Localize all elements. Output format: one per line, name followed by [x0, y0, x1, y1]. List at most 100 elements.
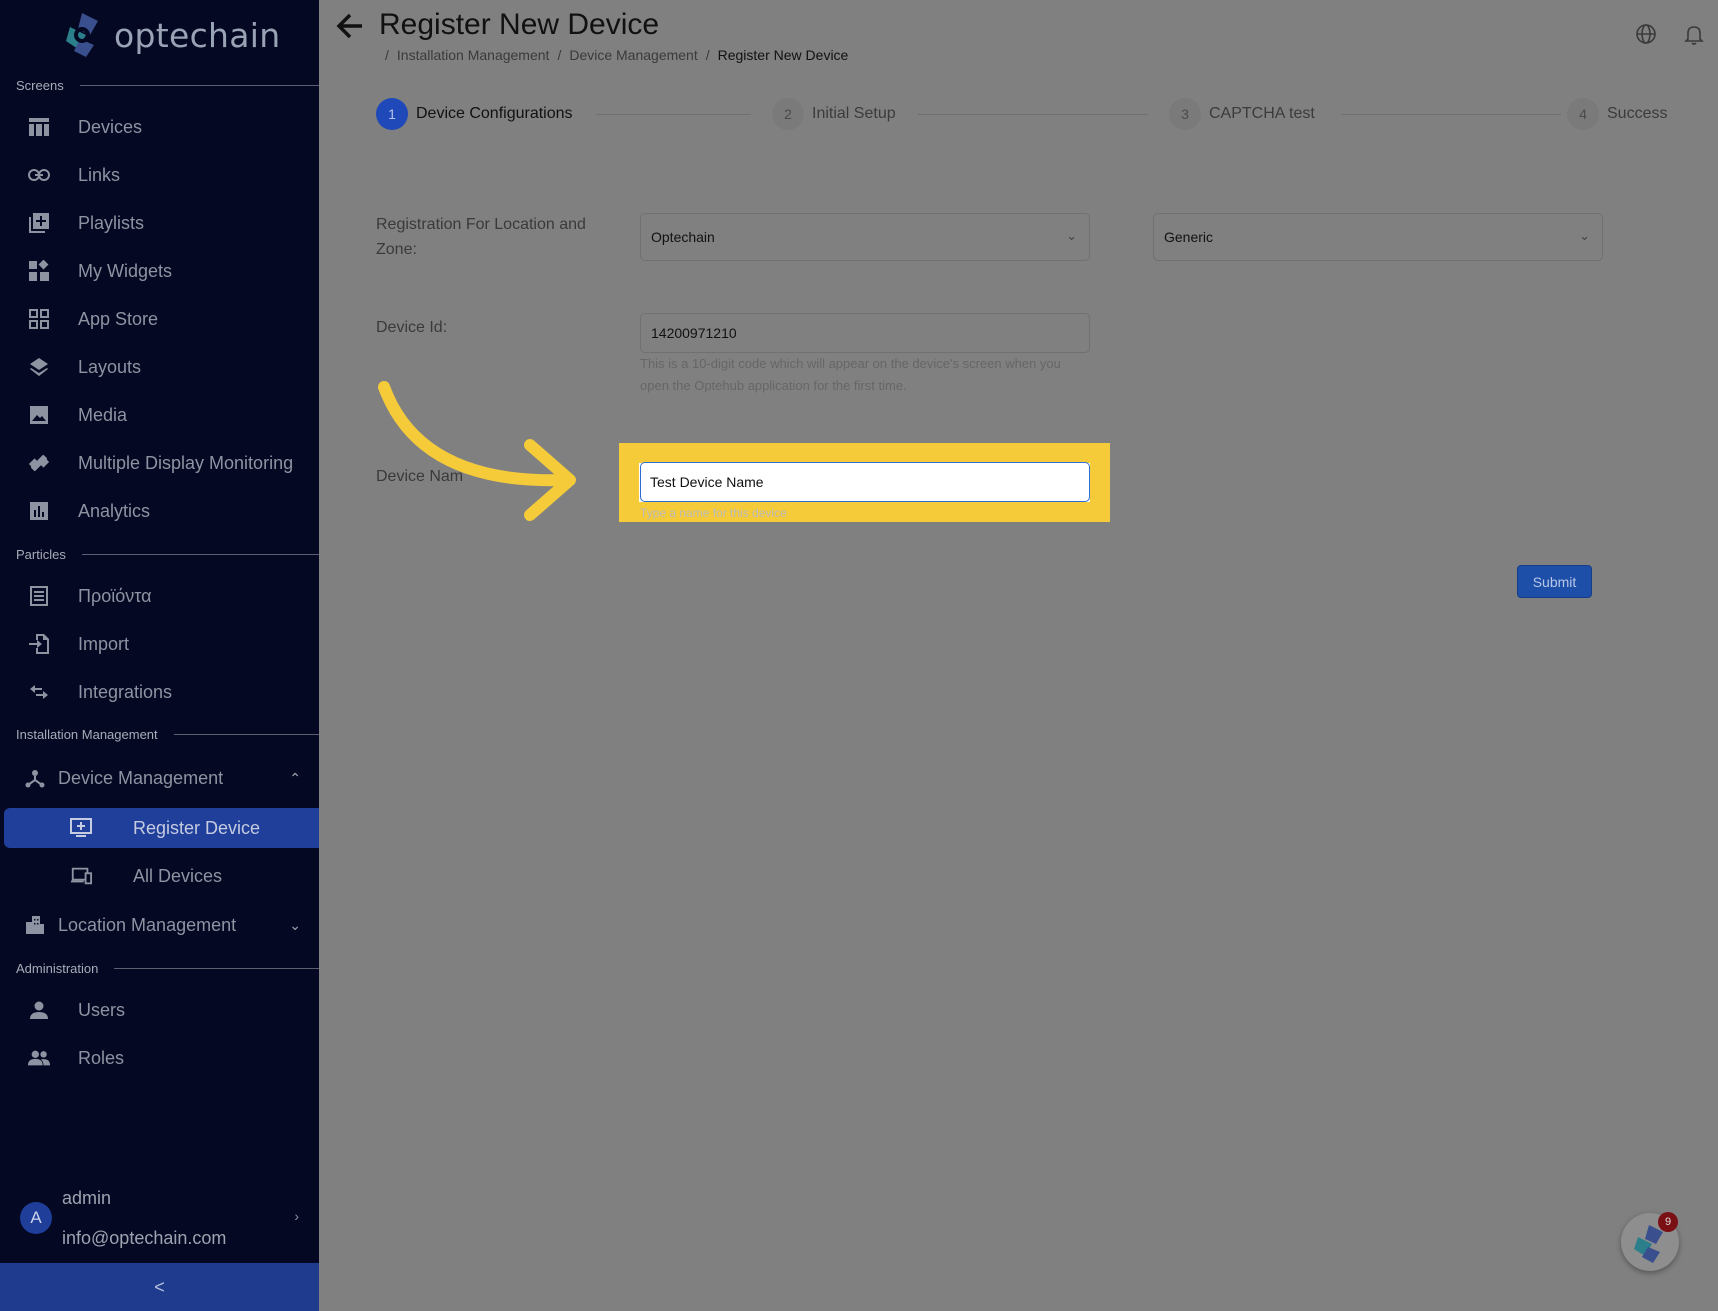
step-1: 1 Device Configurations	[376, 98, 573, 130]
sidebar-item-label: Media	[78, 404, 128, 425]
annotation-arrow-icon	[378, 381, 576, 521]
section-label-text: Installation Management	[16, 727, 158, 742]
location-select[interactable]: Optechain ⌄	[640, 213, 1090, 261]
breadcrumb-item[interactable]: Device Management	[569, 47, 697, 63]
step-number: 4	[1567, 98, 1599, 130]
step-number: 3	[1169, 98, 1201, 130]
sidebar-item-links[interactable]: Links	[0, 155, 319, 195]
sidebar-item-products[interactable]: Προϊόντα	[0, 576, 319, 616]
device-id-hint: This is a 10-digit code which will appea…	[640, 353, 1061, 397]
step-label: Initial Setup	[812, 105, 896, 122]
sidebar-group-location-management[interactable]: Location Management ⌄	[0, 905, 319, 945]
device-name-hint: Type a name for this device	[640, 506, 787, 520]
device-name-value: Test Device Name	[650, 474, 764, 490]
step-number: 2	[772, 98, 804, 130]
sidebar-item-label: Links	[78, 164, 121, 185]
import-icon	[28, 633, 50, 655]
section-label-text: Administration	[16, 961, 99, 976]
user-email: info@optechain.com	[62, 1228, 227, 1248]
label-line: Registration For Location and	[376, 216, 586, 233]
step-2: 2 Initial Setup	[772, 98, 896, 130]
sidebar-item-media[interactable]: Media	[0, 395, 319, 435]
step-connector	[918, 114, 1148, 115]
step-4: 4 Success	[1567, 98, 1667, 130]
back-arrow-icon[interactable]	[335, 12, 365, 42]
globe-icon[interactable]	[1634, 22, 1658, 46]
sidebar-item-import[interactable]: Import	[0, 624, 319, 664]
sidebar-group-label: Location Management	[58, 914, 237, 935]
sidebar-item-app-store[interactable]: App Store	[0, 299, 319, 339]
chevron-left-icon: <	[154, 1276, 165, 1297]
sidebar-item-label: Import	[78, 633, 130, 654]
brand-name: optechain	[114, 15, 281, 55]
step-label: Device Configurations	[416, 105, 573, 122]
collapse-sidebar-button[interactable]: <	[0, 1263, 319, 1311]
sidebar-item-multiple-display-monitoring[interactable]: Multiple Display Monitoring	[0, 443, 319, 483]
submit-button[interactable]: Submit	[1517, 565, 1592, 598]
sidebar-item-devices[interactable]: Devices	[0, 107, 319, 147]
hint-line: This is a 10-digit code which will appea…	[640, 356, 1061, 371]
hint-line: open the Optehub application for the fir…	[640, 378, 907, 393]
breadcrumb: / Installation Management / Device Manag…	[385, 47, 848, 63]
apps-icon	[28, 308, 50, 330]
device-id-label: Device Id:	[376, 319, 448, 336]
sidebar-item-label: My Widgets	[78, 260, 173, 281]
people-icon	[28, 1047, 50, 1069]
page-title: Register New Device	[379, 8, 660, 41]
sidebar-item-label: Users	[78, 999, 126, 1020]
chevron-down-icon: ⌄	[1066, 228, 1077, 243]
image-icon	[28, 404, 50, 426]
section-label-text: Screens	[16, 78, 64, 93]
label-line: Zone:	[376, 241, 417, 258]
person-icon	[28, 999, 50, 1021]
layers-icon	[28, 356, 50, 378]
zone-select[interactable]: Generic ⌄	[1153, 213, 1603, 261]
sidebar-item-users[interactable]: Users	[0, 990, 319, 1030]
chevron-down-icon: ⌄	[289, 916, 301, 933]
user-name: admin	[62, 1188, 112, 1208]
sidebar: optechain Screens Devices Links Playlist…	[0, 0, 319, 1311]
building-icon	[24, 914, 46, 936]
satellite-icon	[28, 452, 50, 474]
chevron-up-icon: ⌃	[289, 769, 301, 786]
section-particles: Particles	[16, 547, 319, 562]
breadcrumb-separator: /	[705, 47, 710, 63]
section-label-text: Particles	[16, 547, 66, 562]
section-administration: Administration	[16, 961, 319, 976]
sidebar-item-playlists[interactable]: Playlists	[0, 203, 319, 243]
brand-logo[interactable]: optechain	[60, 8, 280, 62]
sidebar-item-my-widgets[interactable]: My Widgets	[0, 251, 319, 291]
user-profile[interactable]: A admin info@optechain.com ›	[0, 1180, 319, 1260]
breadcrumb-current: Register New Device	[717, 47, 849, 63]
sidebar-item-label: Multiple Display Monitoring	[78, 452, 294, 473]
sidebar-item-all-devices[interactable]: All Devices	[0, 856, 319, 896]
device-id-value: 14200971210	[651, 325, 737, 341]
sidebar-item-register-device[interactable]: Register Device	[4, 808, 319, 848]
section-installation: Installation Management	[16, 727, 319, 742]
step-label: CAPTCHA test	[1209, 105, 1315, 122]
device-id-field[interactable]: 14200971210	[640, 313, 1090, 353]
devices-icon	[70, 865, 92, 887]
sidebar-item-integrations[interactable]: Integrations	[0, 672, 319, 712]
sidebar-group-device-management[interactable]: Device Management ⌃	[0, 758, 319, 798]
bell-icon[interactable]	[1682, 22, 1706, 46]
sidebar-item-analytics[interactable]: Analytics	[0, 491, 319, 531]
sidebar-item-label: Playlists	[78, 212, 145, 233]
notification-badge: 9	[1658, 1212, 1678, 1232]
playlist-add-icon	[28, 212, 50, 234]
sidebar-item-label: App Store	[78, 308, 159, 329]
device-name-field[interactable]: Test Device Name	[640, 462, 1090, 502]
registration-label: Registration For Location and Zone:	[376, 212, 586, 262]
stepper: 1 Device Configurations 2 Initial Setup …	[376, 98, 1696, 132]
device-hub-icon	[24, 767, 46, 789]
optechain-logo-icon	[60, 9, 106, 61]
sidebar-item-label: All Devices	[133, 865, 223, 886]
breadcrumb-separator: /	[557, 47, 562, 63]
sidebar-item-layouts[interactable]: Layouts	[0, 347, 319, 387]
sidebar-item-roles[interactable]: Roles	[0, 1038, 319, 1078]
step-label: Success	[1607, 105, 1668, 122]
step-connector	[1341, 114, 1561, 115]
step-3: 3 CAPTCHA test	[1169, 98, 1315, 130]
sidebar-item-label: Analytics	[78, 500, 151, 521]
breadcrumb-item[interactable]: Installation Management	[397, 47, 550, 63]
